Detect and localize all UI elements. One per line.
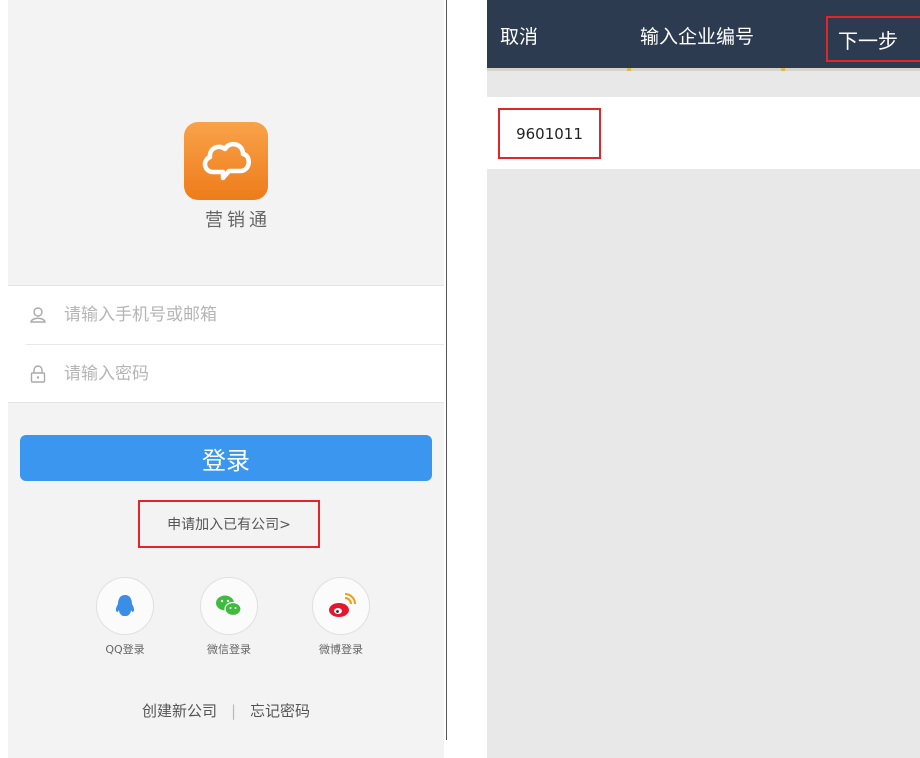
enterprise-code-screen: 取消 输入企业编号 下一步 9601011 xyxy=(487,0,920,758)
cloud-icon xyxy=(202,141,251,181)
nav-underline xyxy=(487,68,920,71)
phone-email-input[interactable] xyxy=(62,304,406,326)
wechat-login-button[interactable]: 微信登录 xyxy=(194,577,264,657)
weibo-icon-circle[interactable] xyxy=(312,577,370,635)
lock-icon xyxy=(28,364,48,384)
nav-bar: 取消 输入企业编号 下一步 xyxy=(487,0,920,68)
qq-login-label: QQ登录 xyxy=(105,643,145,656)
password-row xyxy=(8,345,444,403)
qq-login-button[interactable]: QQ登录 xyxy=(90,577,160,657)
phone-row xyxy=(8,286,444,344)
wechat-login-label: 微信登录 xyxy=(207,643,251,656)
wechat-icon xyxy=(216,595,242,617)
weibo-login-button[interactable]: 微博登录 xyxy=(306,577,376,657)
password-input[interactable] xyxy=(62,363,406,385)
app-logo xyxy=(184,122,268,200)
cancel-button[interactable]: 取消 xyxy=(500,22,538,49)
qq-icon-circle[interactable] xyxy=(96,577,154,635)
login-form xyxy=(8,285,444,403)
underline-marker xyxy=(627,68,631,71)
link-separator: | xyxy=(230,701,237,720)
login-screen: 营销通 登录 申请加入已有公司> xyxy=(8,0,444,758)
join-company-link[interactable]: 申请加入已有公司> xyxy=(138,500,320,548)
page-title: 输入企业编号 xyxy=(640,26,755,48)
panel-divider xyxy=(446,0,447,740)
underline-marker xyxy=(781,68,785,71)
weibo-icon xyxy=(329,593,356,617)
enterprise-code-field[interactable]: 9601011 xyxy=(498,108,601,159)
app-name: 营销通 xyxy=(205,210,271,231)
qq-icon xyxy=(115,595,135,616)
wechat-icon-circle[interactable] xyxy=(200,577,258,635)
login-button[interactable]: 登录 xyxy=(20,435,432,481)
forgot-password-link[interactable]: 忘记密码 xyxy=(250,700,310,721)
next-step-button[interactable]: 下一步 xyxy=(826,16,920,62)
bottom-links: 创建新公司 | 忘记密码 xyxy=(8,700,444,721)
user-icon xyxy=(28,305,48,325)
create-company-link[interactable]: 创建新公司 xyxy=(142,700,217,721)
weibo-login-label: 微博登录 xyxy=(319,643,363,656)
